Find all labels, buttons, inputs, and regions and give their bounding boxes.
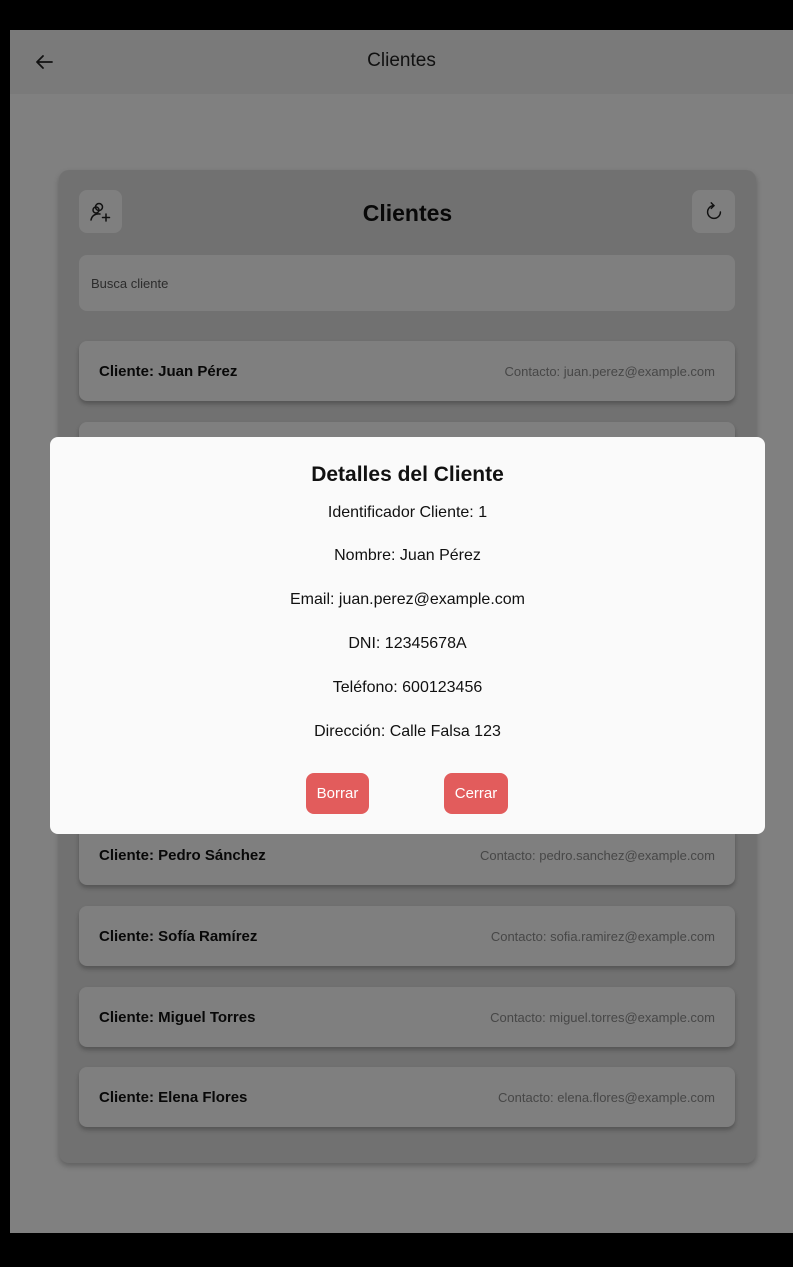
client-email: Email: juan.perez@example.com [289,591,525,608]
screen: Clientes Clientes Cliente: Juan Pérez Co… [10,30,793,1233]
dialog-title: Detalles del Cliente [311,463,504,486]
client-id: Identificador Cliente: 1 [327,504,488,521]
client-telefono: Teléfono: 600123456 [332,679,483,696]
client-details-dialog: Detalles del Cliente Identificador Clien… [50,437,765,834]
client-nombre: Nombre: Juan Pérez [334,547,481,564]
client-direccion: Dirección: Calle Falsa 123 [314,723,501,740]
close-button[interactable]: Cerrar [444,773,508,814]
client-dni: DNI: 12345678A [348,635,467,652]
delete-button[interactable]: Borrar [306,773,369,814]
